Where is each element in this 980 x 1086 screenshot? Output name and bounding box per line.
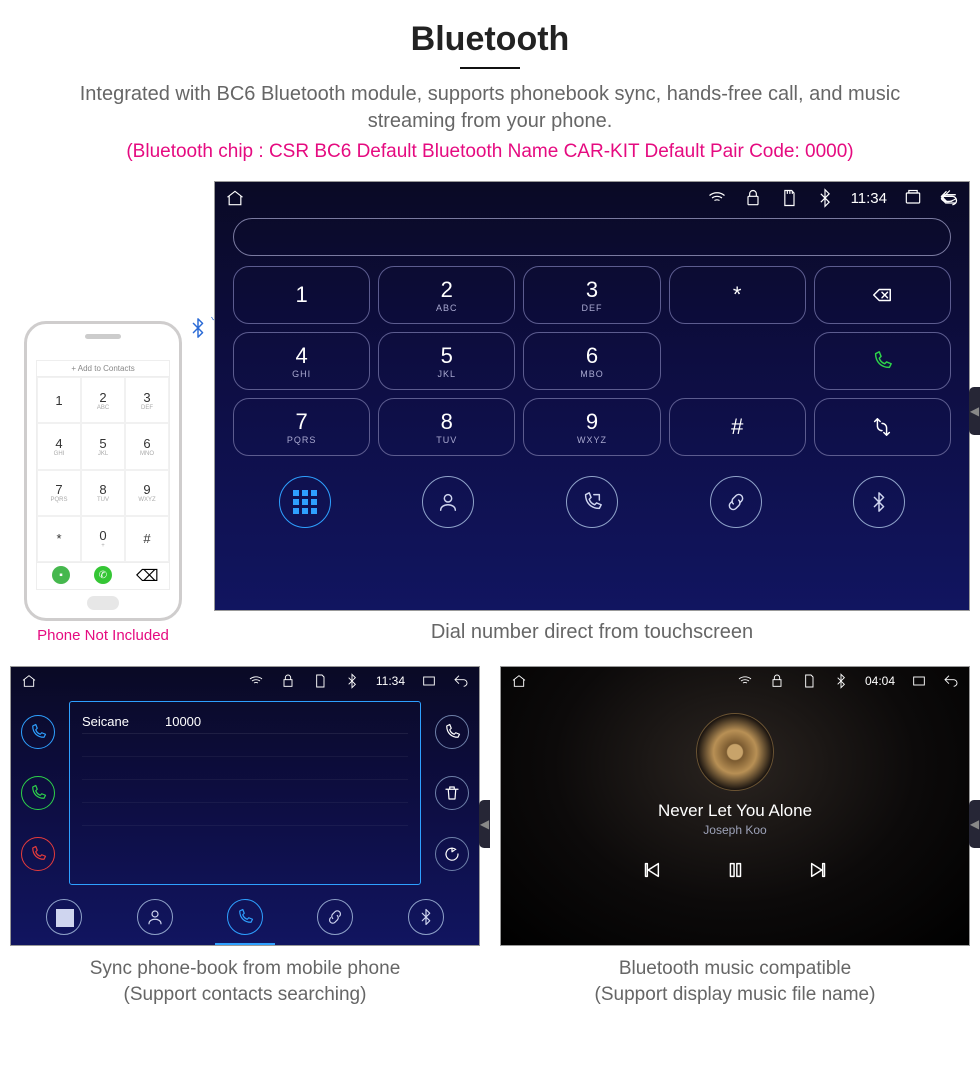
drawer-handle[interactable]: ◀ [969,800,980,848]
dialed-call-icon[interactable] [21,776,55,810]
dial-contact-button[interactable] [435,715,469,749]
phone-header: + Add to Contacts [37,361,169,377]
bt-status-icon [833,673,849,689]
tab-indicator [215,943,275,945]
key-8[interactable]: 8TUV [378,398,515,456]
phonebook-caption-1: Sync phone-book from mobile phone [90,958,401,979]
received-call-icon[interactable] [21,715,55,749]
home-icon[interactable] [511,673,527,689]
wifi-icon [248,673,264,689]
pause-button[interactable] [724,859,746,887]
tab-dialpad[interactable] [46,899,82,935]
key-swap[interactable] [814,398,951,456]
back-icon[interactable] [453,673,469,689]
headunit-dialer: 11:34 1 2ABC 3DEF * 4GHI 5JKL 6MBO [214,181,970,611]
phone-mockup: 〰 + Add to Contacts 1 2ABC 3DEF 4GHI 5JK… [24,321,182,621]
key-backspace[interactable] [814,266,951,324]
headunit-phonebook: 11:34 Seicane 10000 [10,666,480,946]
wifi-icon [737,673,753,689]
lock-icon [743,188,763,208]
bluetooth-icon: 〰 [187,314,209,346]
recent-icon[interactable] [903,188,923,208]
delete-button[interactable] [435,776,469,810]
wifi-icon [707,188,727,208]
back-icon[interactable] [943,673,959,689]
music-caption-1: Bluetooth music compatible [619,958,851,979]
tab-pair[interactable] [317,899,353,935]
back-icon[interactable] [939,188,959,208]
key-7[interactable]: 7PQRS [233,398,370,456]
prev-button[interactable] [640,859,662,887]
sd-icon [312,673,328,689]
clock: 04:04 [865,674,895,688]
home-icon[interactable] [21,673,37,689]
sd-icon [779,188,799,208]
status-bar: 11:34 [11,667,479,695]
missed-call-icon[interactable] [21,837,55,871]
sd-icon [801,673,817,689]
tab-pair[interactable] [710,476,762,528]
next-button[interactable] [808,859,830,887]
key-hash[interactable]: # [669,398,806,456]
drawer-handle[interactable]: ◀ [969,387,980,435]
track-title: Never Let You Alone [501,801,969,821]
key-4[interactable]: 4GHI [233,332,370,390]
key-6[interactable]: 6MBO [523,332,660,390]
contact-name: Seicane [82,714,129,729]
key-1[interactable]: 1 [233,266,370,324]
drawer-handle[interactable]: ◀ [479,800,490,848]
sync-button[interactable] [435,837,469,871]
key-call[interactable] [814,332,951,390]
key-9[interactable]: 9WXYZ [523,398,660,456]
tab-calllog[interactable] [566,476,618,528]
contact-number: 10000 [165,714,201,729]
tab-bt-settings[interactable] [853,476,905,528]
album-art [696,713,774,791]
music-caption-2: (Support display music file name) [595,984,876,1005]
number-input[interactable] [233,218,951,256]
clock: 11:34 [851,190,887,207]
phonebook-caption-2: (Support contacts searching) [124,984,367,1005]
home-icon[interactable] [225,188,245,208]
key-5[interactable]: 5JKL [378,332,515,390]
recent-icon[interactable] [911,673,927,689]
tab-dialpad[interactable] [279,476,331,528]
status-bar: 11:34 [215,182,969,214]
tab-calllog[interactable] [227,899,263,935]
recent-icon[interactable] [421,673,437,689]
dialer-caption: Dial number direct from touchscreen [214,621,970,644]
track-artist: Joseph Koo [501,823,969,837]
tab-bt-settings[interactable] [408,899,444,935]
clock: 11:34 [376,674,405,688]
key-blank[interactable] [669,332,806,390]
divider [460,67,520,69]
page-title: Bluetooth [10,20,970,59]
contacts-list[interactable]: Seicane 10000 [69,701,421,885]
bt-status-icon [344,673,360,689]
status-bar: 04:04 [501,667,969,695]
key-3[interactable]: 3DEF [523,266,660,324]
lock-icon [769,673,785,689]
headunit-music: 04:04 Never Let You Alone Joseph Koo ◀ [500,666,970,946]
call-icon: ✆ [94,566,112,584]
contact-row[interactable]: Seicane 10000 [82,710,408,734]
phone-dialpad: 1 2ABC 3DEF 4GHI 5JKL 6MNO 7PQRS 8TUV 9W… [37,377,169,562]
tab-contacts[interactable] [422,476,474,528]
backspace-icon: ⌫ [136,566,154,586]
description: Integrated with BC6 Bluetooth module, su… [10,81,970,135]
key-star[interactable]: * [669,266,806,324]
key-2[interactable]: 2ABC [378,266,515,324]
video-call-icon: ▪ [52,566,70,584]
bt-status-icon [815,188,835,208]
tab-contacts[interactable] [137,899,173,935]
phone-caption: Phone Not Included [10,627,196,644]
bluetooth-spec: (Bluetooth chip : CSR BC6 Default Blueto… [10,141,970,163]
lock-icon [280,673,296,689]
